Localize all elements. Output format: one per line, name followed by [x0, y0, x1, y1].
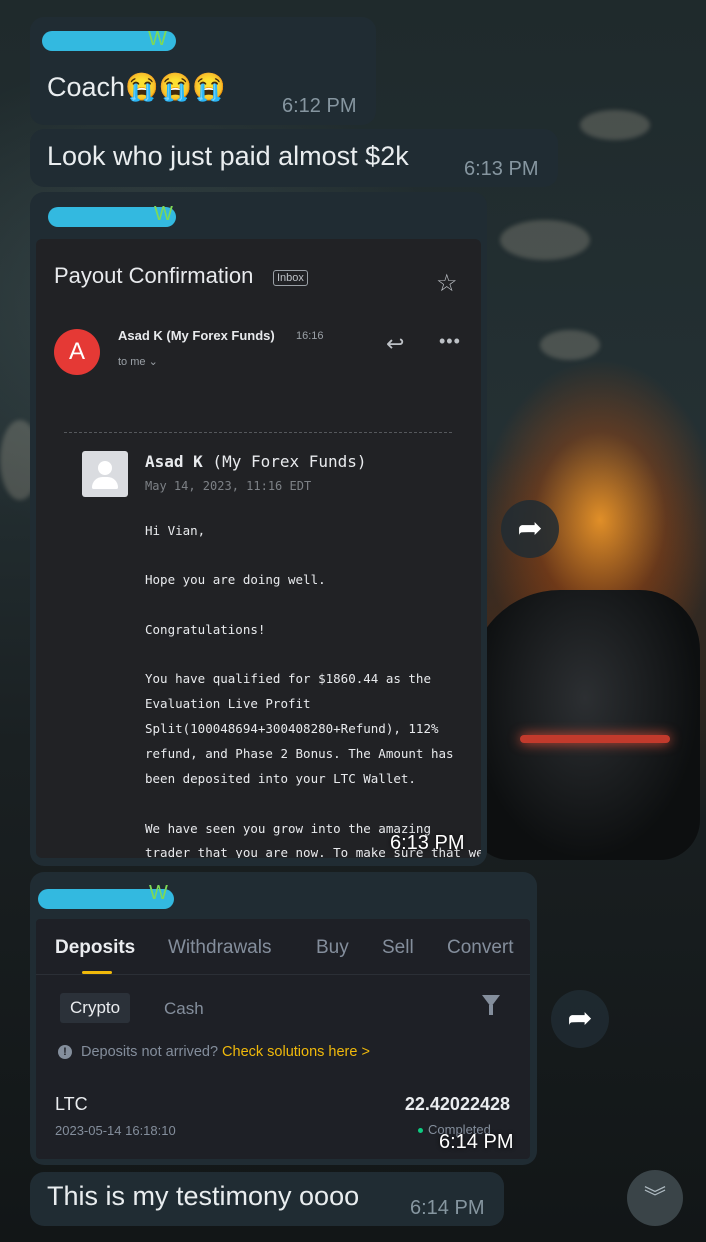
- double-chevron-down-icon[interactable]: ︾: [627, 1170, 683, 1226]
- email-screenshot-image[interactable]: Payout Confirmation Inbox ☆ A Asad K (My…: [36, 239, 481, 858]
- email-body-line: Split(100048694+300408280+Refund), 112%: [145, 721, 439, 736]
- message-time: 6:14 PM: [439, 1131, 514, 1153]
- email-sender: Asad K (My Forex Funds): [118, 328, 275, 343]
- tab-withdrawals: Withdrawals: [168, 937, 272, 958]
- message-bubble[interactable]: W Coach😭😭😭 6:12 PM: [30, 17, 376, 125]
- email-time: 16:16: [296, 330, 324, 342]
- message-text: Coach😭😭😭: [47, 72, 226, 102]
- message-bubble[interactable]: This is my testimony oooo 6:14 PM: [30, 1172, 504, 1226]
- filter-icon-stem: [489, 1005, 493, 1015]
- deposit-history-screenshot[interactable]: Deposits Withdrawals Buy Sell Convert Cr…: [36, 919, 530, 1159]
- email-recipient: to me ⌄: [118, 356, 158, 368]
- deposit-help-text: Deposits not arrived? Check solutions he…: [81, 1044, 370, 1060]
- status-dot: [418, 1128, 423, 1134]
- email-body-line: Hope you are doing well.: [145, 572, 326, 587]
- inbox-label: Inbox: [273, 270, 308, 286]
- quoted-date: May 14, 2023, 11:16 EDT: [145, 479, 312, 493]
- email-body-line: Evaluation Live Profit: [145, 696, 311, 711]
- star-icon: ☆: [436, 270, 458, 297]
- sender-name-suffix: W: [149, 882, 168, 904]
- background-foliage: [500, 220, 590, 260]
- message-time: 6:14 PM: [410, 1197, 485, 1219]
- filter-crypto: Crypto: [60, 993, 131, 1023]
- message-text: This is my testimony oooo: [47, 1181, 360, 1211]
- email-body-line: You have qualified for $1860.44 as the: [145, 671, 431, 686]
- deposit-amount: 22.42022428: [404, 1094, 510, 1114]
- email-body-line: been deposited into your LTC Wallet.: [145, 771, 416, 786]
- email-body-line: Congratulations!: [145, 622, 266, 637]
- reply-icon: ↩: [386, 331, 405, 356]
- message-time: 6:13 PM: [390, 832, 465, 854]
- forward-icon[interactable]: ➦: [551, 990, 609, 1048]
- deposit-date: 2023-05-14 16:18:10: [55, 1123, 176, 1138]
- message-time: 6:13 PM: [464, 158, 539, 180]
- email-body-line: We have seen you grow into the amazing: [145, 821, 431, 836]
- background-car: [470, 590, 700, 860]
- background-car-taillight: [520, 735, 670, 743]
- quote-divider: [64, 432, 452, 433]
- sender-name-suffix: W: [154, 203, 173, 225]
- forward-icon[interactable]: ➦: [501, 500, 559, 558]
- deposit-coin: LTC: [55, 1094, 88, 1114]
- background-foliage: [540, 330, 600, 360]
- filter-cash: Cash: [164, 999, 204, 1018]
- message-time: 6:12 PM: [282, 95, 357, 117]
- quoted-sender: Asad K (My Forex Funds): [145, 452, 367, 471]
- more-options-icon: •••: [439, 331, 461, 351]
- quoted-sender-avatar: [82, 451, 128, 497]
- tab-divider: [36, 974, 530, 975]
- tab-sell: Sell: [382, 937, 414, 958]
- message-text: Look who just paid almost $2k: [47, 141, 409, 171]
- tab-convert: Convert: [447, 937, 514, 958]
- check-solutions-link: Check solutions here >: [222, 1044, 370, 1060]
- tab-buy: Buy: [316, 937, 349, 958]
- message-bubble[interactable]: Look who just paid almost $2k 6:13 PM: [30, 129, 558, 187]
- sender-name-suffix: W: [148, 28, 167, 50]
- info-icon: !: [58, 1045, 72, 1059]
- email-body-line: Hi Vian,: [145, 523, 206, 538]
- email-subject: Payout Confirmation: [54, 263, 254, 288]
- tab-deposits: Deposits: [55, 937, 136, 958]
- email-body-line: refund, and Phase 2 Bonus. The Amount ha…: [145, 746, 454, 761]
- sender-avatar: A: [54, 329, 100, 375]
- background-foliage: [580, 110, 650, 140]
